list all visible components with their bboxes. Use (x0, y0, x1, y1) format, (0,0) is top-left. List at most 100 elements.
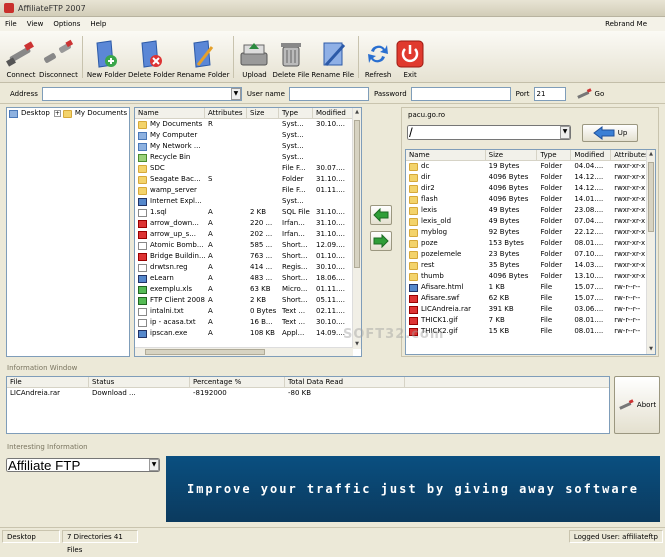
table-row[interactable]: FTP Client 2008 A 2 KB Short... 05.11.... (135, 295, 361, 306)
abort-button[interactable]: Abort (614, 376, 660, 434)
connect-button[interactable]: Connect (4, 32, 38, 82)
upload-arrow-button[interactable] (370, 231, 392, 251)
password-input[interactable] (410, 86, 511, 101)
go-button[interactable]: Go (576, 87, 604, 100)
user-name-input[interactable] (288, 86, 369, 101)
address-combo[interactable]: ▼ (41, 86, 242, 101)
remote-column-header[interactable]: Modified (571, 150, 612, 160)
scroll-thumb[interactable] (145, 349, 265, 355)
address-input[interactable] (41, 86, 242, 101)
port-input[interactable] (533, 86, 566, 101)
exit-button[interactable]: Exit (394, 32, 426, 82)
table-row[interactable]: ipscan.exe A 108 KB Appl... 14.09.... (135, 328, 361, 339)
table-row[interactable]: arrow_up_s... A 202 ... Irfan... 31.10.... (135, 229, 361, 240)
table-row[interactable]: 1.sql A 2 KB SQL File 31.10.... (135, 207, 361, 218)
table-row[interactable]: Recycle Bin Syst... (135, 152, 361, 163)
rename-file-button[interactable]: Rename File (310, 32, 355, 82)
tree-item[interactable]: Desktop (7, 108, 50, 119)
table-row[interactable]: Seagate Bac... S Folder 31.10.... (135, 174, 361, 185)
delete-folder-button[interactable]: Delete Folder (127, 32, 176, 82)
table-row[interactable]: dir2 4096 Bytes Folder 14.12.... rwxr-xr-x (406, 183, 655, 194)
table-row[interactable]: My Network ... Syst... (135, 141, 361, 152)
cell-text: 7 KB (488, 316, 505, 324)
table-row[interactable]: poze 153 Bytes Folder 08.01.... rwxr-xr-x (406, 238, 655, 249)
rename-folder-button[interactable]: Rename Folder (176, 32, 231, 82)
promo-banner[interactable]: Improve your traffic just by giving away… (166, 456, 660, 522)
table-row[interactable]: lexis 49 Bytes Folder 23.08.... rwxr-xr-x (406, 205, 655, 216)
remote-column-header[interactable]: Type (537, 150, 572, 160)
up-button[interactable]: Up (582, 124, 638, 142)
table-row[interactable]: drwtsn.reg A 414 ... Regis... 30.10.... (135, 262, 361, 273)
table-cell: Syst... (279, 196, 313, 207)
tree-item[interactable]: +My Computer (127, 108, 129, 119)
table-row[interactable]: My Documents R Syst... 30.10.... (135, 119, 361, 130)
upload-button[interactable]: Upload (237, 32, 271, 82)
chevron-down-icon[interactable]: ▼ (230, 87, 241, 100)
expand-icon[interactable]: + (53, 110, 61, 117)
scroll-thumb[interactable] (648, 162, 654, 232)
cell-text: 13.10.... (574, 272, 604, 280)
info-column-header[interactable]: Status (89, 377, 190, 387)
scroll-down-icon[interactable]: ▼ (647, 345, 655, 354)
table-row[interactable]: lexis_old 49 Bytes Folder 07.04.... rwxr-xr-… (406, 216, 655, 227)
menu-rebrand[interactable]: Rebrand Me (600, 20, 665, 28)
local-column-header[interactable]: Attributes (205, 108, 247, 118)
local-column-header[interactable]: Name (135, 108, 205, 118)
table-row[interactable]: Afisare.swf 62 KB File 15.07.... rw-r--r-- (406, 293, 655, 304)
local-vertical-scrollbar[interactable]: ▲ ▼ (352, 108, 361, 349)
info-source-select[interactable]: ▼ (6, 458, 160, 472)
table-row[interactable]: rest 35 Bytes Folder 14.03.... rwxr-xr-x (406, 260, 655, 271)
table-row[interactable]: thumb 4096 Bytes Folder 13.10.... rwxr-xr-x (406, 271, 655, 282)
delete-file-button[interactable]: Delete File (271, 32, 310, 82)
table-row[interactable]: wamp_server File F... 01.11.... (135, 185, 361, 196)
table-row[interactable]: Atomic Bomb... A 585 ... Short... 12.09.... (135, 240, 361, 251)
table-cell: SQL File (279, 207, 313, 218)
info-column-header[interactable]: File (7, 377, 89, 387)
table-row[interactable]: eLearn A 483 ... Short... 18.06.... (135, 273, 361, 284)
local-horizontal-scrollbar[interactable] (135, 347, 353, 356)
disconnect-button[interactable]: Disconnect (38, 32, 79, 82)
table-cell: LICAndreia.rar (7, 388, 89, 399)
scroll-thumb[interactable] (354, 120, 360, 268)
menu-view[interactable]: View (22, 20, 49, 28)
chevron-down-icon[interactable]: ▼ (560, 126, 570, 139)
cell-text: A (208, 274, 213, 282)
remote-vertical-scrollbar[interactable]: ▲ ▼ (646, 150, 655, 354)
table-row[interactable]: pozelemele 23 Bytes Folder 07.10.... rwxr-xr… (406, 249, 655, 260)
table-row[interactable]: LICAndreia.rar 391 KB File 03.06.... rw-r--r… (406, 304, 655, 315)
remote-path-input[interactable] (407, 125, 571, 140)
table-row[interactable]: dir 4096 Bytes Folder 14.12.... rwxr-xr-x (406, 172, 655, 183)
table-row[interactable]: My Computer Syst... (135, 130, 361, 141)
table-row[interactable]: intalni.txt A 0 Bytes Text ... 02.11.... (135, 306, 361, 317)
table-row[interactable]: Afisare.html 1 KB File 15.07.... rw-r--r-- (406, 282, 655, 293)
table-row[interactable]: arrow_down... A 220 ... Irfan... 31.10.... (135, 218, 361, 229)
table-row[interactable]: flash 4096 Bytes Folder 14.01.... rwxr-xr-x (406, 194, 655, 205)
table-row[interactable]: dc 19 Bytes Folder 04.04.... rwxr-xr-x (406, 161, 655, 172)
scroll-up-icon[interactable]: ▲ (647, 150, 655, 159)
refresh-button[interactable]: Refresh (362, 32, 394, 82)
tree-item[interactable]: + My Documents (50, 108, 127, 119)
menu-help[interactable]: Help (85, 20, 111, 28)
menu-file[interactable]: File (0, 20, 22, 28)
table-row[interactable]: myblog 92 Bytes Folder 22.12.... rwxr-xr-x (406, 227, 655, 238)
table-row[interactable]: Bridge Buildin... A 763 ... Short... 01.10..… (135, 251, 361, 262)
menu-options[interactable]: Options (48, 20, 85, 28)
chevron-down-icon[interactable]: ▼ (149, 459, 159, 471)
local-column-header[interactable]: Type (279, 108, 313, 118)
remote-column-header[interactable]: Size (486, 150, 538, 160)
info-column-header[interactable]: Total Data Read (285, 377, 405, 387)
info-source-value[interactable] (6, 458, 160, 472)
remote-column-header[interactable]: Name (406, 150, 486, 160)
download-arrow-button[interactable] (370, 205, 392, 225)
table-row[interactable]: exemplu.xls A 63 KB Micro... 01.11.... (135, 284, 361, 295)
table-row[interactable]: SDC File F... 30.07.... (135, 163, 361, 174)
remote-path-combo[interactable]: ▼ (407, 125, 571, 140)
scroll-up-icon[interactable]: ▲ (353, 108, 361, 117)
table-row[interactable]: LICAndreia.rar Download ... -8192000 -80 KB (7, 388, 609, 399)
info-column-header[interactable]: Percentage % (190, 377, 285, 387)
table-row[interactable]: THICK1.gif 7 KB File 08.01.... rw-r--r-- (406, 315, 655, 326)
local-column-header[interactable]: Size (247, 108, 279, 118)
table-row[interactable]: Internet Expl... Syst... (135, 196, 361, 207)
new-folder-button[interactable]: New Folder (86, 32, 127, 82)
table-row[interactable]: ip - acasa.txt A 16 B... Text ... 30.10.... (135, 317, 361, 328)
